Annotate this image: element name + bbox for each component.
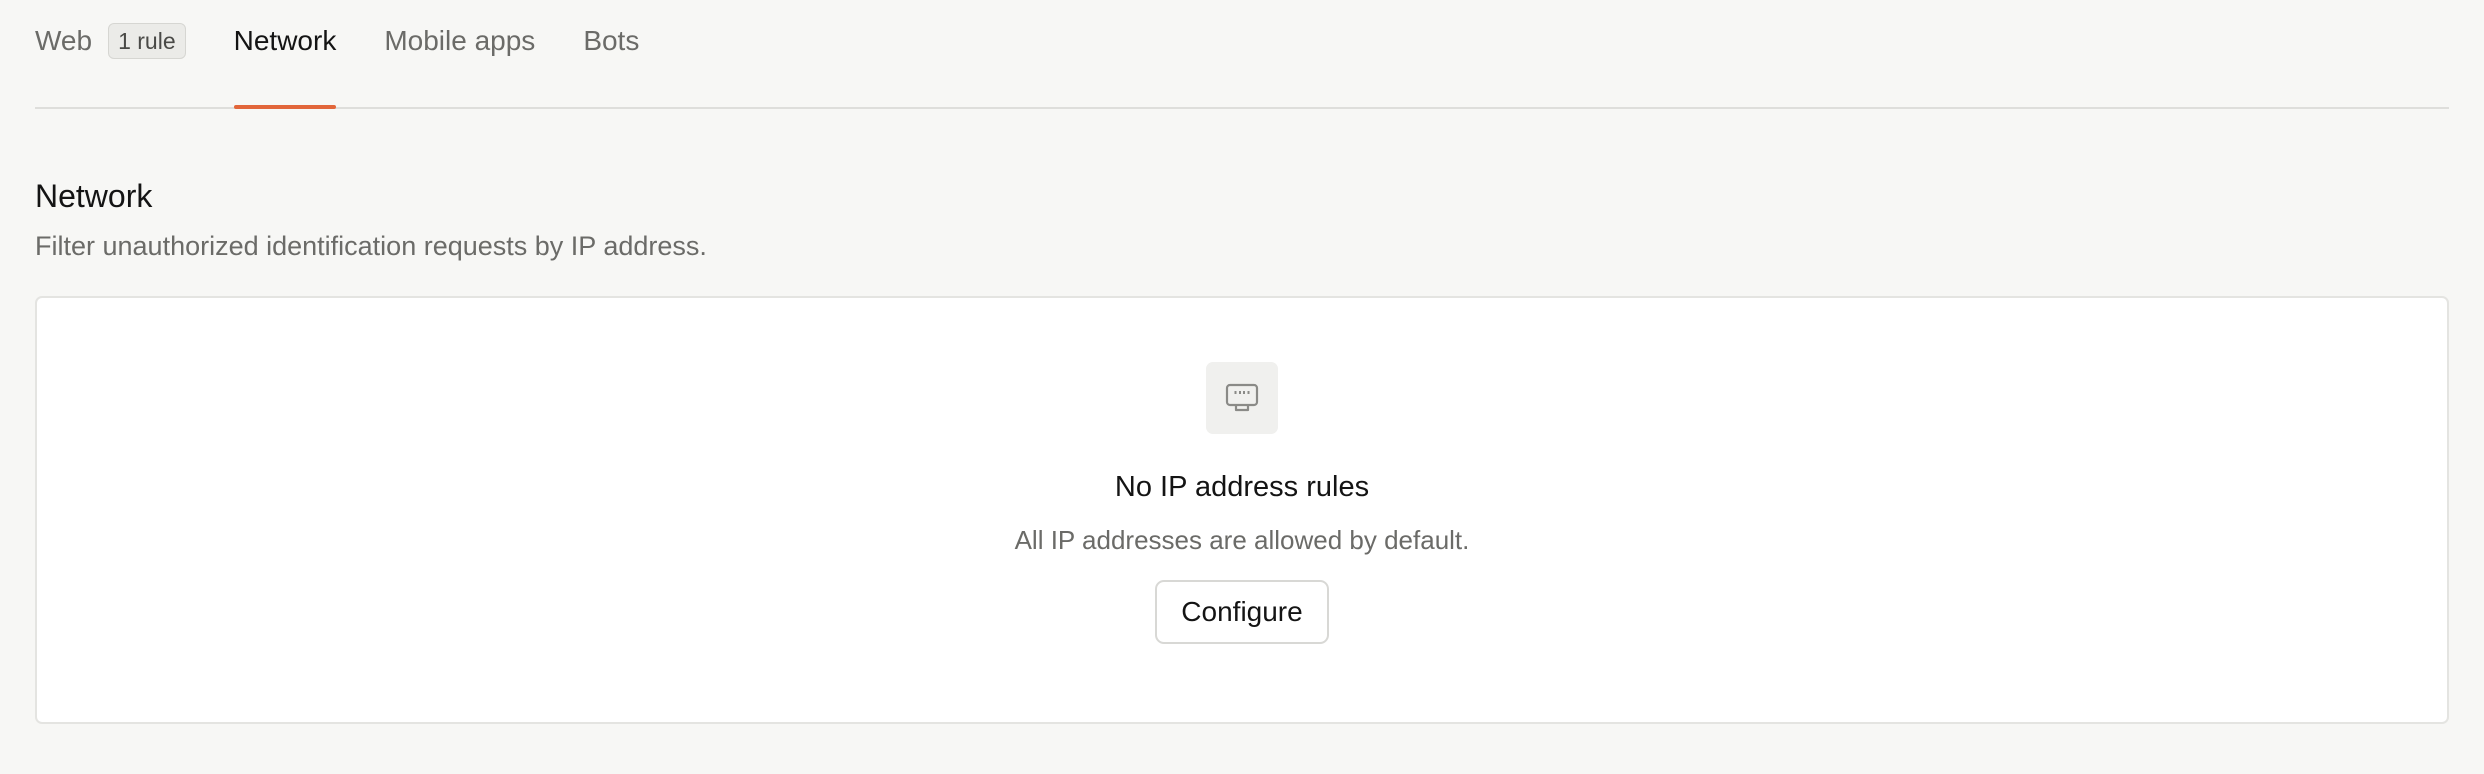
tab-web-label: Web bbox=[35, 24, 93, 56]
page: Web 1 rule Network Mobile apps Bots Netw… bbox=[0, 0, 2484, 774]
configure-button[interactable]: Configure bbox=[1155, 580, 1329, 644]
tab-bots-label: Bots bbox=[583, 24, 640, 56]
tab-network[interactable]: Network bbox=[233, 0, 337, 109]
tab-web[interactable]: Web 1 rule bbox=[35, 0, 186, 107]
empty-state-description: All IP addresses are allowed by default. bbox=[1014, 525, 1470, 555]
section-title: Network bbox=[35, 178, 153, 214]
tab-mobile-apps-label: Mobile apps bbox=[384, 24, 536, 56]
tab-bar: Web 1 rule Network Mobile apps Bots bbox=[35, 0, 2449, 109]
tab-bots[interactable]: Bots bbox=[583, 0, 639, 107]
empty-state-card: No IP address rules All IP addresses are… bbox=[35, 296, 2449, 724]
tab-web-rule-count-badge: 1 rule bbox=[108, 22, 186, 59]
empty-state-title: No IP address rules bbox=[1114, 471, 1370, 503]
tab-mobile-apps[interactable]: Mobile apps bbox=[384, 0, 535, 107]
tab-network-label: Network bbox=[233, 24, 337, 56]
section-description: Filter unauthorized identification reque… bbox=[35, 231, 707, 261]
ethernet-port-icon bbox=[1206, 362, 1278, 434]
